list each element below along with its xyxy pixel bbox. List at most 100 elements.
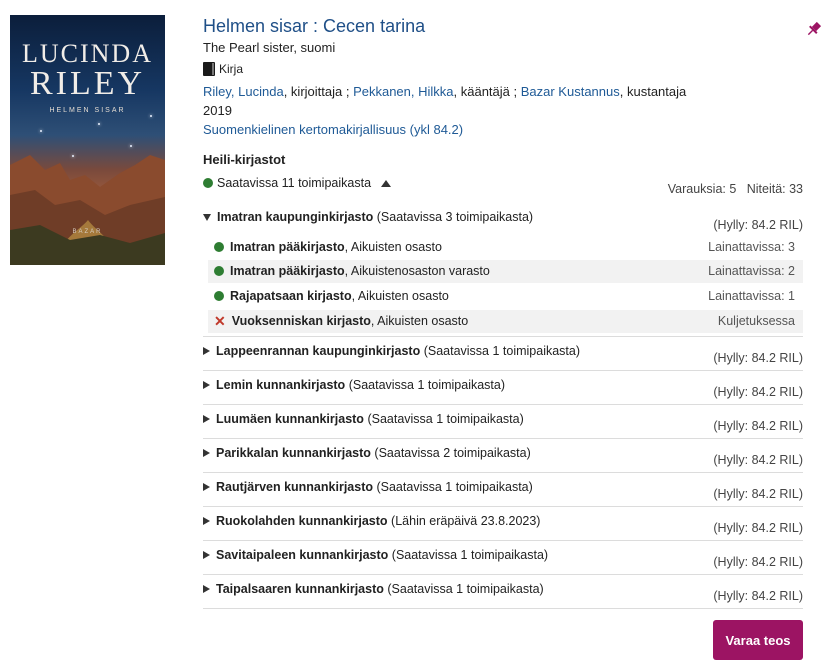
divider [203, 336, 803, 337]
library-name: Ruokolahden kunnankirjasto [216, 514, 388, 528]
library-name: Luumäen kunnankirjasto [216, 412, 364, 426]
contributors: Riley, Lucinda, kirjoittaja ; Pekkanen, … [203, 84, 686, 99]
expand-caret-icon [203, 551, 210, 559]
shelf-location: (Hylly: 84.2 RIL) [713, 589, 803, 603]
contributor-role: , kirjoittaja ; [283, 84, 354, 99]
original-title: The Pearl sister, suomi [203, 40, 336, 55]
cover-star [150, 115, 152, 117]
library-name: Imatran kaupunginkirjasto [217, 210, 374, 224]
copies-count: Niteitä: 33 [746, 182, 803, 196]
divider [203, 370, 803, 371]
format-label: Kirja [203, 62, 243, 76]
branch-department: , Aikuisten osasto [344, 240, 442, 254]
holding-counts: Varauksia: 5 Niteitä: 33 [668, 182, 803, 196]
genre-link[interactable]: Suomenkielinen kertomakirjallisuus (ykl … [203, 122, 463, 137]
expand-caret-icon [203, 517, 210, 525]
expand-caret-icon [203, 585, 210, 593]
library-name: Lemin kunnankirjasto [216, 378, 346, 392]
library-availability: (Saatavissa 1 toimipaikasta) [423, 344, 581, 358]
library-row[interactable]: Taipalsaaren kunnankirjasto (Saatavissa … [203, 574, 803, 609]
shelf-location: (Hylly: 84.2 RIL) [713, 555, 803, 569]
cover-publisher: BAZAR [72, 229, 103, 235]
branch-department: , Aikuisten osasto [370, 314, 469, 328]
divider [203, 404, 803, 405]
expand-caret-icon [203, 449, 210, 457]
shelf-location: (Hylly: 84.2 RIL) [713, 521, 803, 535]
branch-row: Imatran pääkirjasto, Aikuisten osasto La… [208, 236, 803, 259]
divider [203, 472, 803, 473]
cover-author-last: RILEY [29, 65, 146, 102]
library-availability: (Saatavissa 1 toimipaikasta) [387, 582, 544, 596]
library-name: Lappeenrannan kaupunginkirjasto [216, 344, 421, 358]
available-dot-icon [214, 266, 224, 276]
availability-summary: Saatavissa 11 toimipaikasta [217, 176, 372, 190]
library-availability: (Saatavissa 1 toimipaikasta) [348, 378, 506, 392]
library-availability: (Lähin eräpäivä 23.8.2023) [391, 514, 541, 528]
available-dot-icon [214, 291, 224, 301]
divider [203, 438, 803, 439]
library-row[interactable]: Parikkalan kunnankirjasto (Saatavissa 2 … [203, 438, 803, 472]
library-name: Parikkalan kunnankirjasto [216, 446, 371, 460]
library-row-expanded[interactable]: Imatran kaupunginkirjasto (Saatavissa 3 … [203, 210, 803, 232]
expand-caret-icon [203, 347, 210, 355]
record-title[interactable]: Helmen sisar : Cecen tarina [203, 16, 425, 37]
branch-status: Lainattavissa: 1 [708, 289, 795, 303]
contributor-link[interactable]: Pekkanen, Hilkka [353, 84, 453, 99]
shelf-location: (Hylly: 84.2 RIL) [713, 487, 803, 501]
holdings-heading: Heili-kirjastot [203, 152, 286, 167]
shelf-location: (Hylly: 84.2 RIL) [713, 218, 803, 232]
cover-canyon-art [10, 155, 165, 265]
book-cover[interactable]: LUCINDA RILEY HELMEN SISAR BAZAR [10, 15, 165, 265]
branch-status: Lainattavissa: 3 [708, 240, 795, 254]
shelf-location: (Hylly: 84.2 RIL) [713, 385, 803, 399]
branch-status: Kuljetuksessa [717, 314, 795, 328]
branch-name: Vuoksenniskan kirjasto [231, 314, 371, 328]
shelf-location: (Hylly: 84.2 RIL) [713, 453, 803, 467]
contributor-link[interactable]: Bazar Kustannus [521, 84, 620, 99]
library-name: Rautjärven kunnankirjasto [216, 480, 373, 494]
library-row[interactable]: Lappeenrannan kaupunginkirjasto (Saatavi… [203, 336, 803, 370]
library-availability: (Saatavissa 1 toimipaikasta) [367, 412, 524, 426]
library-name: Taipalsaaren kunnankirjasto [216, 582, 384, 596]
library-availability: (Saatavissa 3 toimipaikasta) [376, 210, 534, 224]
available-dot-icon [203, 178, 213, 188]
cover-subtitle: HELMEN SISAR [49, 107, 126, 114]
branch-row: ✕ Vuoksenniskan kirjasto, Aikuisten osast… [208, 310, 803, 333]
expand-caret-icon [203, 213, 211, 221]
contributor-role: , kääntäjä ; [453, 84, 521, 99]
unavailable-x-icon: ✕ [214, 313, 226, 329]
branch-row: Rajapatsaan kirjasto, Aikuisten osasto L… [208, 285, 803, 308]
library-row[interactable]: Ruokolahden kunnankirjasto (Lähin eräpäi… [203, 506, 803, 540]
library-name: Savitaipaleen kunnankirjasto [216, 548, 389, 562]
branch-name: Imatran pääkirjasto [230, 264, 345, 278]
branch-department: , Aikuistenosaston varasto [344, 264, 490, 278]
library-row[interactable]: Luumäen kunnankirjasto (Saatavissa 1 toi… [203, 404, 803, 438]
expand-caret-icon [203, 381, 210, 389]
contributor-role: , kustantaja [619, 84, 687, 99]
library-row[interactable]: Savitaipaleen kunnankirjasto (Saatavissa… [203, 540, 803, 574]
shelf-location: (Hylly: 84.2 RIL) [713, 419, 803, 433]
divider [203, 540, 803, 541]
branch-status: Lainattavissa: 2 [708, 264, 795, 278]
library-availability: (Saatavissa 1 toimipaikasta) [391, 548, 549, 562]
library-row[interactable]: Rautjärven kunnankirjasto (Saatavissa 1 … [203, 472, 803, 506]
shelf-location: (Hylly: 84.2 RIL) [713, 351, 803, 365]
branch-name: Imatran pääkirjasto [230, 240, 345, 254]
library-availability: (Saatavissa 2 toimipaikasta) [374, 446, 531, 460]
pushpin-icon[interactable] [805, 20, 823, 38]
book-icon [203, 62, 215, 76]
divider [203, 574, 803, 575]
expand-caret-icon [203, 415, 210, 423]
branch-department: , Aikuisten osasto [351, 289, 449, 303]
divider [203, 506, 803, 507]
divider [203, 608, 803, 609]
branch-name: Rajapatsaan kirjasto [230, 289, 352, 303]
branch-row: Imatran pääkirjasto, Aikuistenosaston va… [208, 260, 803, 283]
collapse-caret-icon [381, 179, 392, 187]
contributor-link[interactable]: Riley, Lucinda [203, 84, 284, 99]
reserve-button[interactable]: Varaa teos [713, 620, 803, 660]
availability-summary-toggle[interactable]: Saatavissa 11 toimipaikasta [203, 176, 392, 190]
expand-caret-icon [203, 483, 210, 491]
format-text: Kirja [219, 62, 244, 76]
library-row[interactable]: Lemin kunnankirjasto (Saatavissa 1 toimi… [203, 370, 803, 404]
